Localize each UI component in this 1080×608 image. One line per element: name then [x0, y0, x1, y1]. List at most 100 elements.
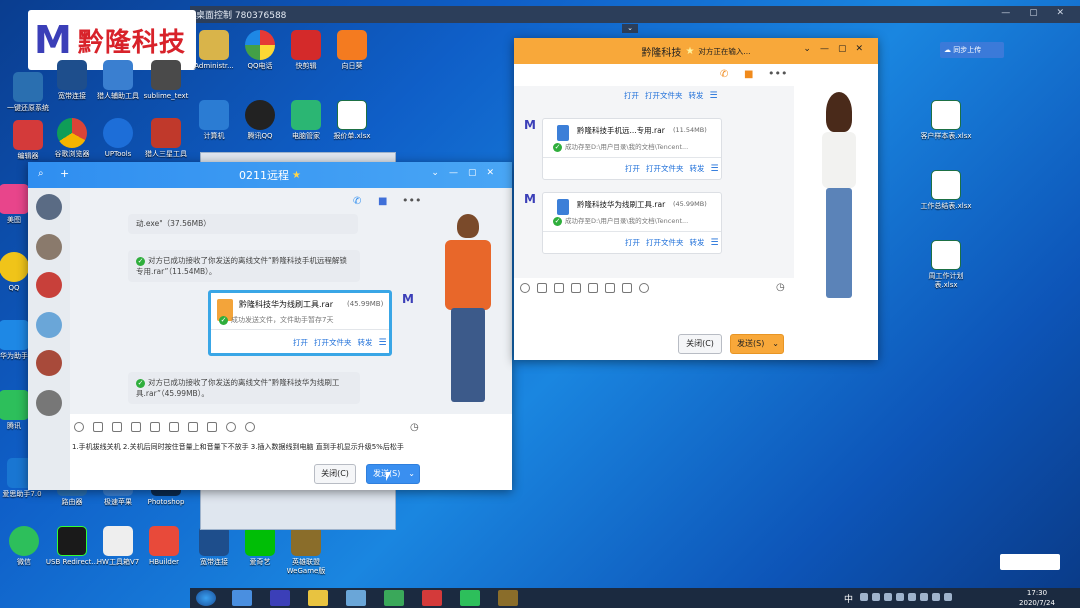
chrome-icon: [57, 118, 87, 148]
forward-link[interactable]: 转发: [689, 91, 704, 100]
phone-icon[interactable]: ✆: [353, 196, 361, 207]
phone-screen-icon[interactable]: [622, 283, 632, 293]
gif-icon[interactable]: [537, 283, 547, 293]
check-icon: ✓: [553, 142, 562, 152]
character-show: [812, 92, 868, 306]
more-icon[interactable]: [245, 422, 255, 432]
sent-file-card[interactable]: 黔隆科技华为线刷工具.rar (45.99MB) ✓ 成功发送文件，文件助手暂存7…: [208, 290, 392, 356]
desktop-icon-sunflower[interactable]: 向日葵: [324, 30, 380, 71]
emoji-icon[interactable]: [74, 422, 84, 432]
clock[interactable]: 17:30 2020/7/24: [1014, 588, 1060, 608]
desktop-icon-hbuilder[interactable]: HBuilder: [136, 526, 192, 567]
history-clock-icon[interactable]: ◷: [776, 282, 785, 293]
file-icon[interactable]: [150, 422, 160, 432]
desktop-icon-customer-xlsx[interactable]: 客户样本表.xlsx: [918, 100, 974, 141]
open-link[interactable]: 打开: [293, 338, 308, 347]
menu-icon[interactable]: ☰: [711, 164, 719, 174]
system-tray-icons[interactable]: [860, 593, 990, 603]
image-icon[interactable]: [605, 283, 615, 293]
chat-header: ⌕ + 0211远程 ★ ⌄—▢✕: [28, 162, 512, 188]
restore-icon: [13, 72, 43, 102]
chat-window-0211: ⌕ + 0211远程 ★ ⌄—▢✕ ✆ ■ ••• 动.exe"（37.56MB）…: [28, 162, 512, 490]
menu-icon[interactable]: ☰: [711, 238, 719, 248]
send-button[interactable]: 发送(S) ⌄: [366, 464, 420, 484]
forward-link[interactable]: 转发: [358, 338, 373, 347]
desktop-icon-quote-xlsx[interactable]: 报价单.xlsx: [324, 100, 380, 141]
contact-avatar[interactable]: [36, 390, 62, 416]
taskbar-app-icon[interactable]: [498, 590, 518, 606]
excel-icon: [931, 170, 961, 200]
open-folder-link[interactable]: 打开文件夹: [646, 164, 684, 173]
file-status: ✓ 成功存至D:\用户目录\我的文档\Tencent...: [553, 142, 689, 152]
more-icon[interactable]: [639, 283, 649, 293]
taskbar-app-icon[interactable]: [422, 590, 442, 606]
scissors-icon[interactable]: [554, 283, 564, 293]
chevron-down-icon[interactable]: ⌄: [408, 465, 415, 483]
desktop-icon-summary-xlsx[interactable]: 工作总结表.xlsx: [918, 170, 974, 211]
excel-icon: [931, 100, 961, 130]
message-input[interactable]: 1.手机拔线关机 2.关机后同时按住音量上和音量下不放手 3.插入数据线到电脑 …: [72, 442, 452, 456]
phone-icon[interactable]: ✆: [720, 69, 728, 80]
contact-avatar[interactable]: [36, 272, 62, 298]
taskbar-app-icon[interactable]: [232, 590, 252, 606]
received-file-card[interactable]: 黔隆科技华为线刷工具.rar (45.99MB) ✓ 成功存至D:\用户目录\我的…: [542, 192, 722, 254]
ime-indicator[interactable]: 中: [844, 592, 853, 605]
search-icon[interactable]: ⌕: [38, 168, 44, 179]
taskbar-app-icon[interactable]: [384, 590, 404, 606]
sender-avatar: M: [524, 192, 536, 206]
menu-icon[interactable]: ☰: [710, 91, 718, 101]
contact-avatar[interactable]: [36, 312, 62, 338]
send-button[interactable]: 发送(S) ⌄: [730, 334, 784, 354]
chat-window-qianlong: 黔隆科技 ★ 对方正在输入... ⌄—▢✕ ✆ ■ ••• 打开 打开文件夹 转发 ☰…: [514, 38, 878, 360]
taskbar-app-icon[interactable]: [270, 590, 290, 606]
video-icon[interactable]: ■: [744, 69, 753, 80]
open-link[interactable]: 打开: [625, 238, 640, 247]
open-folder-link[interactable]: 打开文件夹: [646, 238, 684, 247]
open-folder-link[interactable]: 打开文件夹: [314, 338, 352, 347]
close-button[interactable]: 关闭(C): [314, 464, 356, 484]
red-packet-icon[interactable]: [207, 422, 217, 432]
call-toolbar: ✆ ■ •••: [514, 64, 878, 86]
gif-icon[interactable]: [93, 422, 103, 432]
window-controls[interactable]: ⌄—▢✕: [803, 44, 872, 54]
taskbar-app-icon[interactable]: [308, 590, 328, 606]
cloud-upload-button[interactable]: ☁ 同步上传: [940, 42, 1004, 58]
ime-floating-bar[interactable]: [1000, 554, 1060, 570]
contact-avatar[interactable]: [36, 350, 62, 376]
menu-icon[interactable]: ☰: [379, 338, 387, 348]
forward-link[interactable]: 转发: [690, 164, 705, 173]
contact-avatar[interactable]: [36, 194, 62, 220]
pinwheel-icon: [245, 30, 275, 60]
start-button[interactable]: [196, 590, 216, 606]
more-icon[interactable]: •••: [768, 67, 787, 80]
music-icon[interactable]: [226, 422, 236, 432]
forward-link[interactable]: 转发: [690, 238, 705, 247]
contact-avatar[interactable]: [36, 234, 62, 260]
desktop-icon-weekly-xlsx[interactable]: 周工作计划表.xlsx: [918, 240, 974, 290]
message-input[interactable]: [520, 300, 790, 330]
more-icon[interactable]: •••: [402, 194, 421, 207]
open-link[interactable]: 打开: [625, 164, 640, 173]
remote-window-controls[interactable]: — ▢ ✕: [1001, 8, 1072, 18]
image-icon[interactable]: [169, 422, 179, 432]
remote-bar-collapse-icon[interactable]: ⌄: [622, 24, 638, 33]
chevron-down-icon[interactable]: ⌄: [772, 335, 779, 353]
open-link[interactable]: 打开: [624, 91, 639, 100]
edge-icon-strip: [0, 0, 8, 608]
close-button[interactable]: 关闭(C): [678, 334, 722, 354]
folder-icon[interactable]: [131, 422, 141, 432]
phone-screen-icon[interactable]: [188, 422, 198, 432]
video-icon[interactable]: ■: [378, 196, 387, 207]
open-folder-link[interactable]: 打开文件夹: [645, 91, 683, 100]
desktop-icon-lol[interactable]: 英雄联盟 WeGame版: [278, 526, 334, 576]
window-controls[interactable]: ⌄—▢✕: [431, 168, 504, 178]
taskbar-app-icon[interactable]: [460, 590, 480, 606]
history-clock-icon[interactable]: ◷: [410, 422, 419, 433]
taskbar-app-icon[interactable]: [346, 590, 366, 606]
emoji-icon[interactable]: [520, 283, 530, 293]
scissors-icon[interactable]: [112, 422, 122, 432]
file-icon[interactable]: [588, 283, 598, 293]
received-file-card[interactable]: 黔隆科技手机远...专用.rar (11.54MB) ✓ 成功存至D:\用户目录\…: [542, 118, 722, 180]
add-icon[interactable]: +: [60, 167, 69, 180]
folder-icon[interactable]: [571, 283, 581, 293]
